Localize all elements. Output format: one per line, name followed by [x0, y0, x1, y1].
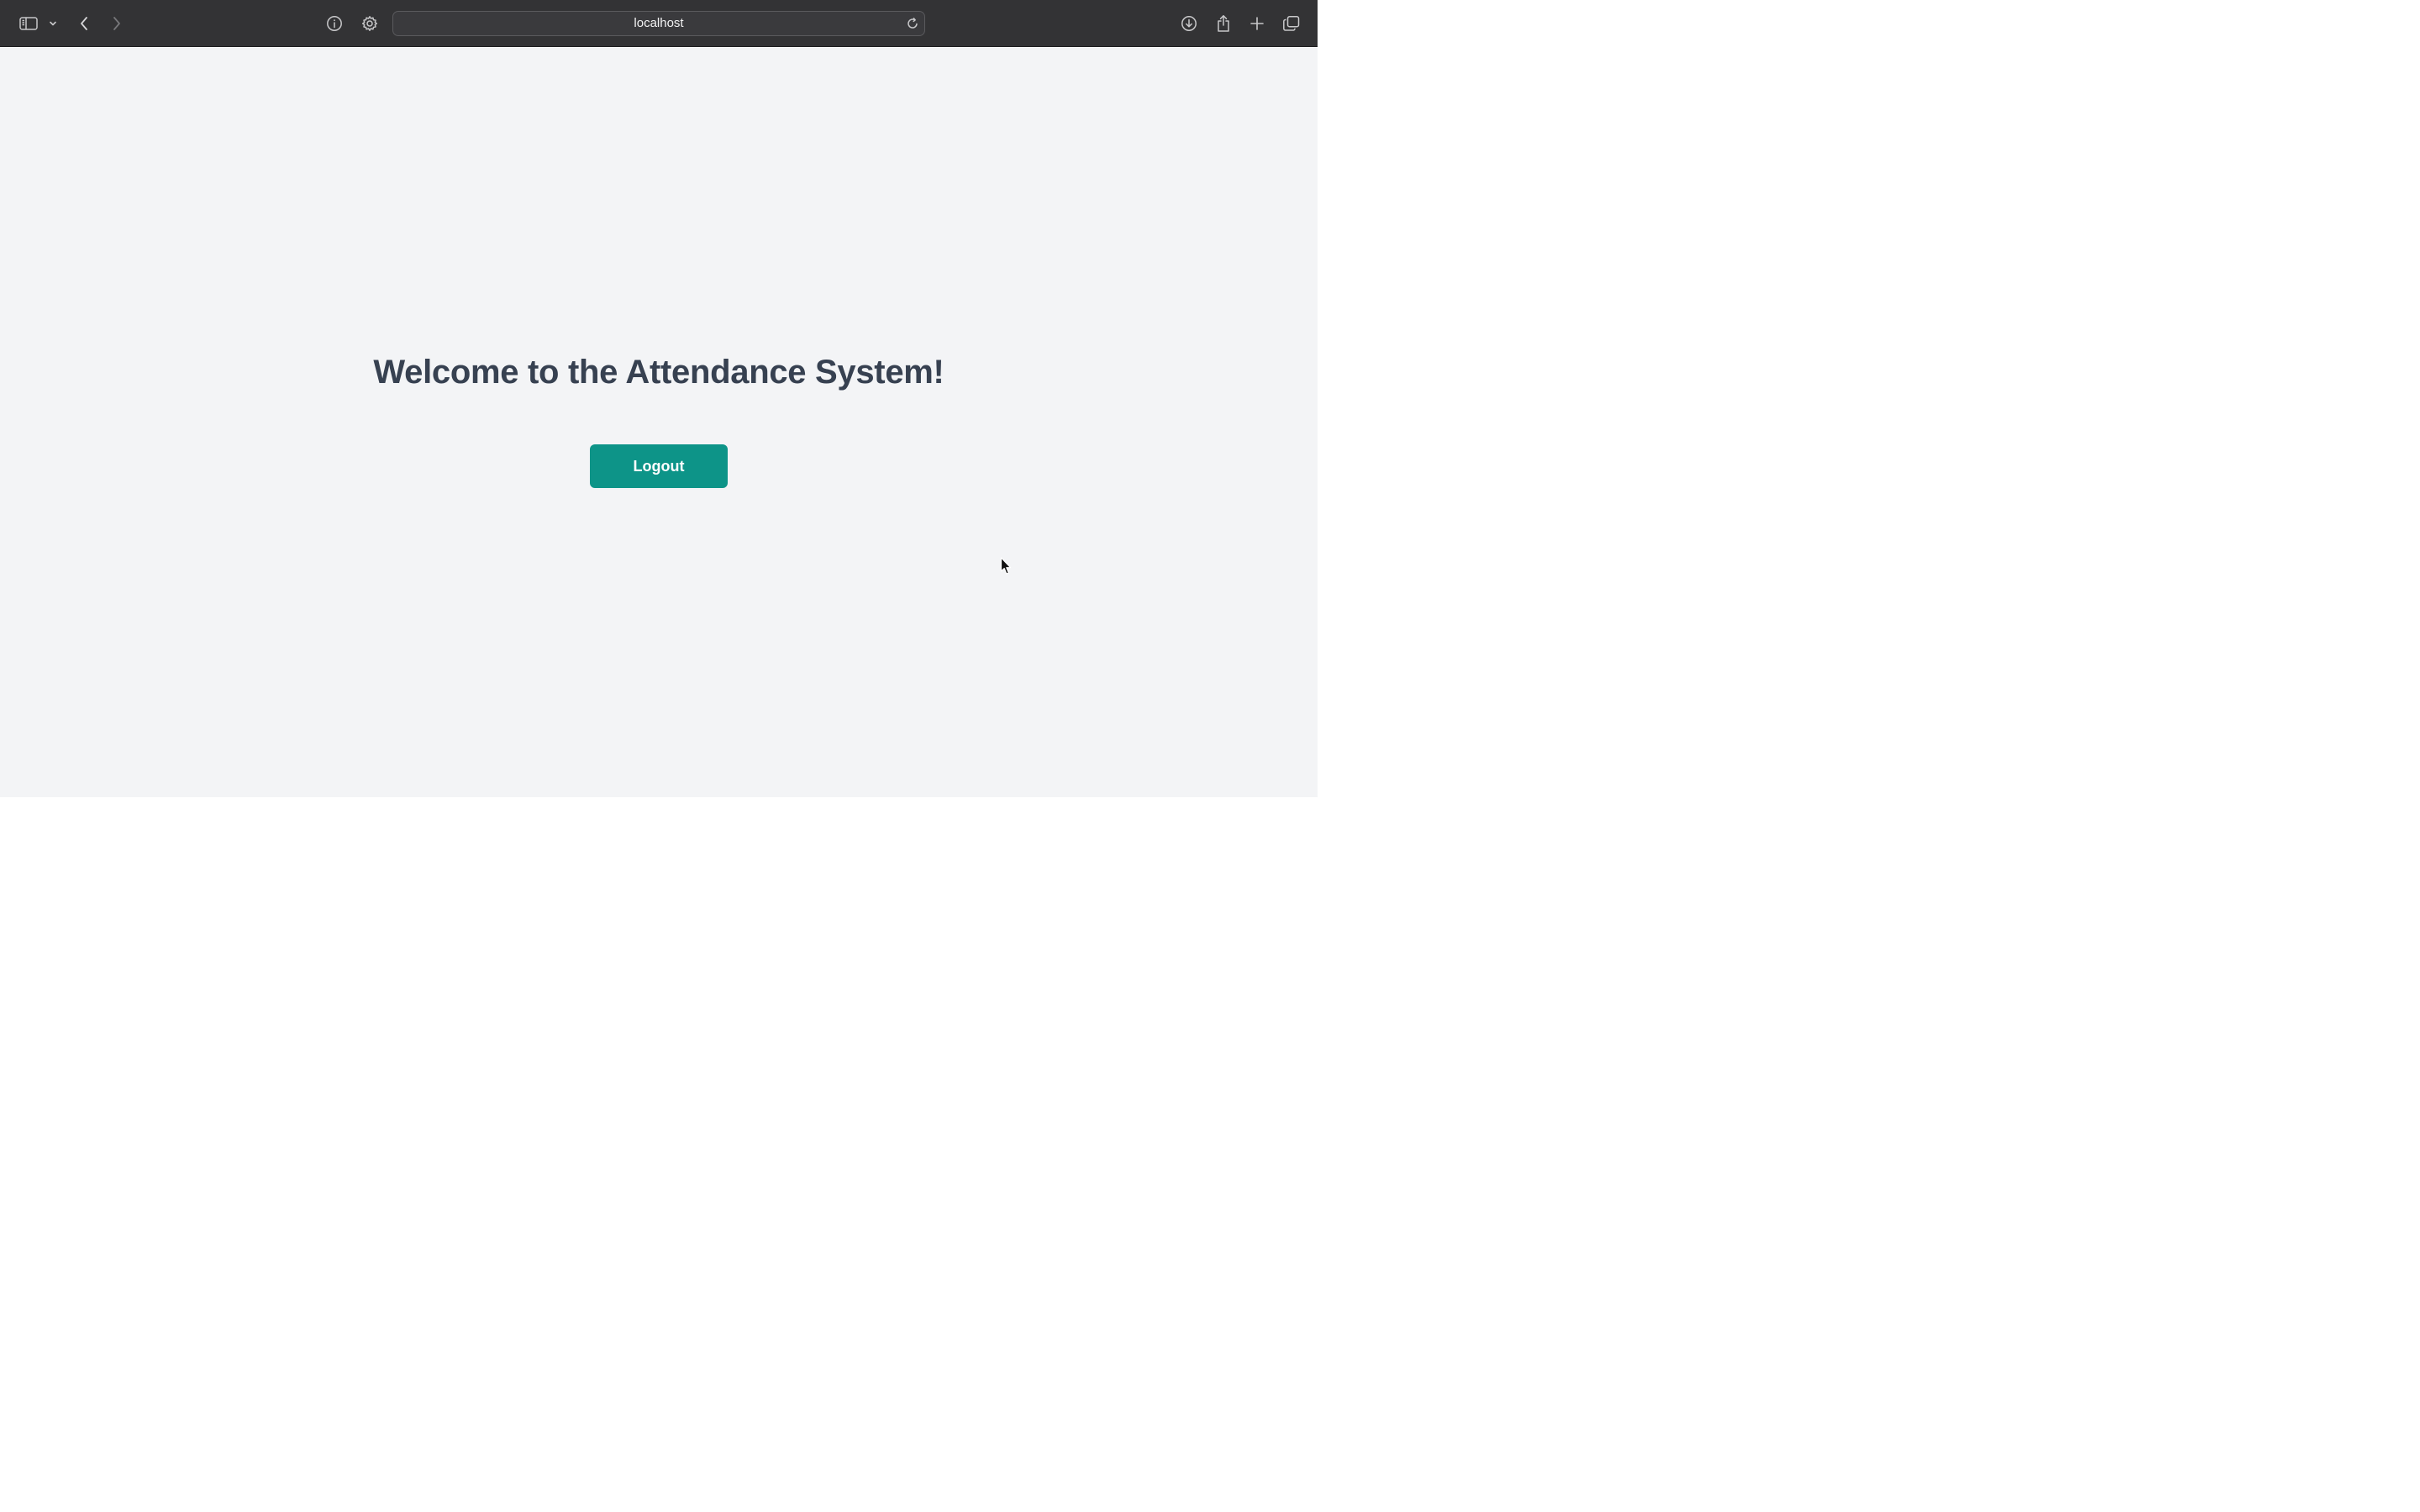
- url-text: localhost: [634, 16, 684, 30]
- share-icon: [1216, 14, 1231, 33]
- page-info-button[interactable]: [324, 12, 345, 35]
- share-button[interactable]: [1213, 12, 1234, 35]
- downloads-button[interactable]: [1178, 12, 1200, 35]
- browser-toolbar: localhost: [0, 0, 1318, 47]
- download-icon: [1181, 15, 1197, 32]
- forward-button[interactable]: [107, 12, 127, 35]
- back-button[interactable]: [74, 12, 94, 35]
- tabs-overview-icon: [1282, 15, 1301, 32]
- logout-button[interactable]: Logout: [590, 444, 728, 488]
- chevron-down-icon: [49, 20, 57, 27]
- new-tab-button[interactable]: [1246, 12, 1268, 35]
- address-bar[interactable]: localhost: [392, 11, 925, 36]
- chevron-right-icon: [111, 16, 123, 31]
- plus-icon: [1249, 16, 1265, 31]
- tab-overview-button[interactable]: [1280, 12, 1303, 35]
- gear-icon: [361, 15, 378, 32]
- info-icon: [326, 15, 343, 32]
- page-content: Welcome to the Attendance System! Logout: [0, 48, 1318, 797]
- chevron-left-icon: [78, 16, 90, 31]
- mouse-cursor-icon: [1000, 557, 1012, 575]
- sidebar-icon: [19, 16, 38, 31]
- sidebar-menu-button[interactable]: [46, 12, 60, 35]
- page-title: Welcome to the Attendance System!: [373, 354, 944, 391]
- site-settings-button[interactable]: [360, 12, 380, 35]
- sidebar-toggle-button[interactable]: [17, 12, 40, 35]
- reload-icon[interactable]: [906, 17, 919, 30]
- window-bottom-edge: [0, 797, 1318, 823]
- browser-window: localhost Welcome to the Attendance Syst…: [0, 0, 1318, 823]
